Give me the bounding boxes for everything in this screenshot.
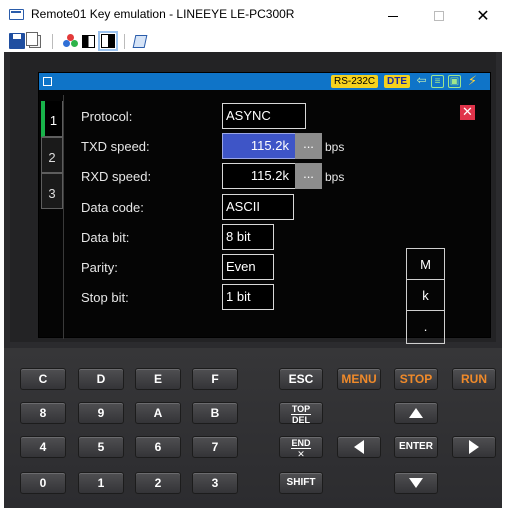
parity-field[interactable]: Even (222, 254, 274, 280)
mode-badge: DTE (384, 75, 410, 88)
tab-divider (63, 95, 64, 339)
key-c[interactable]: C (20, 368, 66, 390)
stop-bit-label: Stop bit: (81, 290, 129, 305)
power-bolt-icon: ⚡ (467, 73, 478, 88)
toolbar-divider (52, 34, 53, 49)
x-label: ✕ (297, 449, 305, 459)
data-code-field[interactable]: ASCII (222, 194, 294, 220)
app-window-icon (9, 9, 24, 20)
key-7[interactable]: 7 (192, 436, 238, 458)
key-d[interactable]: D (78, 368, 124, 390)
down-arrow-button[interactable] (394, 472, 438, 494)
rxd-speed-more-button[interactable]: ... (295, 163, 322, 189)
rxd-unit-label: bps (325, 170, 345, 184)
txd-speed-field[interactable]: 115.2k (222, 133, 296, 159)
minimize-button[interactable] (370, 2, 416, 30)
up-arrow-button[interactable] (394, 402, 438, 424)
direction-arrow-icon: ⇦ (416, 73, 427, 87)
key-b[interactable]: B (192, 402, 238, 424)
unit-key-panel: M k . (406, 248, 445, 344)
top-label: TOP (291, 404, 311, 415)
memory-box-icon: ▣ (448, 75, 461, 88)
tab-3[interactable]: 3 (41, 173, 63, 209)
rxd-speed-field[interactable]: 115.2k (222, 163, 296, 189)
key-e[interactable]: E (135, 368, 181, 390)
key-4[interactable]: 4 (20, 436, 66, 458)
top-del-button[interactable]: TOP DEL (279, 402, 323, 425)
txd-speed-more-button[interactable]: ... (295, 133, 322, 159)
unit-key-k[interactable]: k (407, 280, 444, 311)
unit-key-m[interactable]: M (407, 249, 444, 280)
key-0[interactable]: 0 (20, 472, 66, 494)
run-button[interactable]: RUN (452, 368, 496, 390)
invert-active-icon[interactable] (98, 31, 118, 51)
signal-lines-icon: ≡ (431, 75, 444, 88)
enter-button[interactable]: ENTER (394, 436, 438, 458)
menu-button[interactable]: MENU (337, 368, 381, 390)
device-body: RS-232C DTE ⇦ ≡ ▣ ⚡ 1 2 3 ✕ Protocol: AS… (4, 52, 502, 508)
down-arrow-icon (409, 478, 423, 488)
tab-strip: 1 2 3 (39, 95, 64, 339)
data-code-label: Data code: (81, 200, 144, 215)
stop-button[interactable]: STOP (394, 368, 438, 390)
key-f[interactable]: F (192, 368, 238, 390)
save-icon[interactable] (9, 33, 25, 49)
data-bit-label: Data bit: (81, 230, 130, 245)
rxd-speed-label: RXD speed: (81, 169, 152, 184)
window-title: Remote01 Key emulation - LINEEYE LE-PC30… (31, 7, 295, 21)
keypad: C D E F ESC MENU STOP RUN 8 9 A B TOP DE… (4, 348, 502, 508)
end-label: END (291, 438, 311, 449)
key-8[interactable]: 8 (20, 402, 66, 424)
status-square-icon (43, 77, 52, 86)
close-x-icon[interactable]: ✕ (460, 105, 475, 120)
stop-bit-field[interactable]: 1 bit (222, 284, 274, 310)
tab-2[interactable]: 2 (41, 137, 63, 173)
unit-key-dot[interactable]: . (407, 311, 444, 342)
txd-speed-label: TXD speed: (81, 139, 150, 154)
key-6[interactable]: 6 (135, 436, 181, 458)
key-a[interactable]: A (135, 402, 181, 424)
protocol-label: Protocol: (81, 109, 133, 124)
interface-badge: RS-232C (331, 75, 379, 88)
tab-1[interactable]: 1 (41, 101, 63, 137)
toolbar-divider (124, 34, 125, 49)
invert-icon[interactable] (82, 35, 95, 48)
shift-button[interactable]: SHIFT (279, 472, 323, 494)
manual-icon[interactable] (132, 35, 148, 48)
esc-button[interactable]: ESC (279, 368, 323, 390)
key-1[interactable]: 1 (78, 472, 124, 494)
key-9[interactable]: 9 (78, 402, 124, 424)
protocol-field[interactable]: ASYNC (222, 103, 306, 129)
txd-unit-label: bps (325, 140, 345, 154)
status-bar: RS-232C DTE ⇦ ≡ ▣ ⚡ (39, 73, 490, 90)
up-arrow-icon (409, 408, 423, 418)
color-icon[interactable] (63, 33, 79, 49)
key-3[interactable]: 3 (192, 472, 238, 494)
right-arrow-icon (469, 440, 479, 454)
left-arrow-button[interactable] (337, 436, 381, 458)
title-bar: Remote01 Key emulation - LINEEYE LE-PC30… (0, 0, 506, 30)
maximize-button[interactable] (416, 2, 462, 30)
close-button[interactable]: ✕ (460, 2, 506, 30)
key-5[interactable]: 5 (78, 436, 124, 458)
left-arrow-icon (354, 440, 364, 454)
data-bit-field[interactable]: 8 bit (222, 224, 274, 250)
right-arrow-button[interactable] (452, 436, 496, 458)
del-label: DEL (292, 415, 310, 425)
key-2[interactable]: 2 (135, 472, 181, 494)
parity-label: Parity: (81, 260, 118, 275)
toolbar (0, 30, 506, 52)
end-x-button[interactable]: END ✕ (279, 436, 323, 459)
copy-icon[interactable] (26, 32, 41, 48)
